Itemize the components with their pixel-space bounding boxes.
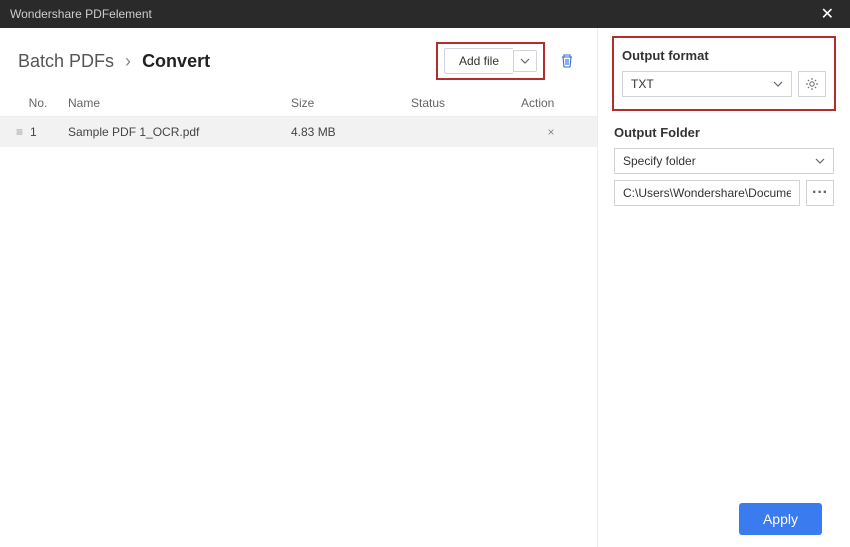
ellipsis-icon: ···: [812, 184, 828, 202]
apply-button[interactable]: Apply: [739, 503, 822, 535]
row-size: 4.83 MB: [291, 125, 411, 139]
right-panel: Output format TXT Output Folder Specif: [598, 28, 850, 547]
add-file-button[interactable]: Add file: [444, 48, 513, 74]
browse-button[interactable]: ···: [806, 180, 834, 206]
toolbar: Batch PDFs › Convert Add file: [0, 28, 597, 90]
window-title: Wondershare PDFelement: [10, 7, 152, 21]
breadcrumb: Batch PDFs › Convert: [18, 51, 210, 72]
spacer: [612, 206, 836, 491]
breadcrumb-root[interactable]: Batch PDFs: [18, 51, 114, 71]
table-header: No. Name Size Status Action: [0, 90, 597, 117]
breadcrumb-current: Convert: [142, 51, 210, 71]
output-folder-mode-value: Specify folder: [623, 154, 696, 168]
row-no: 1: [30, 125, 60, 139]
col-header-status: Status: [411, 96, 521, 110]
col-header-size: Size: [291, 96, 411, 110]
left-panel: Batch PDFs › Convert Add file: [0, 28, 598, 547]
chevron-down-icon: [773, 79, 783, 89]
output-format-value: TXT: [631, 77, 654, 91]
output-format-select[interactable]: TXT: [622, 71, 792, 97]
output-format-label: Output format: [622, 48, 826, 63]
add-file-highlight: Add file: [436, 42, 545, 80]
output-folder-section: Output Folder Specify folder ···: [612, 125, 836, 206]
close-icon[interactable]: ✕: [815, 4, 840, 24]
output-format-highlight: Output format TXT: [612, 36, 836, 111]
row-name: Sample PDF 1_OCR.pdf: [60, 125, 291, 139]
output-format-row: TXT: [622, 71, 826, 97]
gear-icon: [805, 77, 819, 91]
titlebar: Wondershare PDFelement ✕: [0, 0, 850, 28]
footer: Apply: [612, 491, 836, 547]
main: Batch PDFs › Convert Add file: [0, 28, 850, 547]
toolbar-right: Add file: [436, 42, 579, 80]
output-folder-path-input[interactable]: [614, 180, 800, 206]
row-remove-button[interactable]: ×: [521, 125, 581, 139]
output-folder-label: Output Folder: [614, 125, 834, 140]
trash-icon[interactable]: [555, 49, 579, 73]
col-header-name: Name: [60, 96, 291, 110]
add-file-dropdown-button[interactable]: [513, 50, 537, 72]
output-folder-path-row: ···: [614, 180, 834, 206]
output-format-settings-button[interactable]: [798, 71, 826, 97]
drag-handle-icon[interactable]: ≡: [16, 125, 30, 139]
table-row[interactable]: ≡ 1 Sample PDF 1_OCR.pdf 4.83 MB ×: [0, 117, 597, 147]
col-header-no: No.: [16, 96, 60, 110]
output-folder-mode-select[interactable]: Specify folder: [614, 148, 834, 174]
breadcrumb-separator-icon: ›: [125, 51, 131, 71]
chevron-down-icon: [520, 56, 530, 66]
chevron-down-icon: [815, 156, 825, 166]
col-header-action: Action: [521, 96, 581, 110]
